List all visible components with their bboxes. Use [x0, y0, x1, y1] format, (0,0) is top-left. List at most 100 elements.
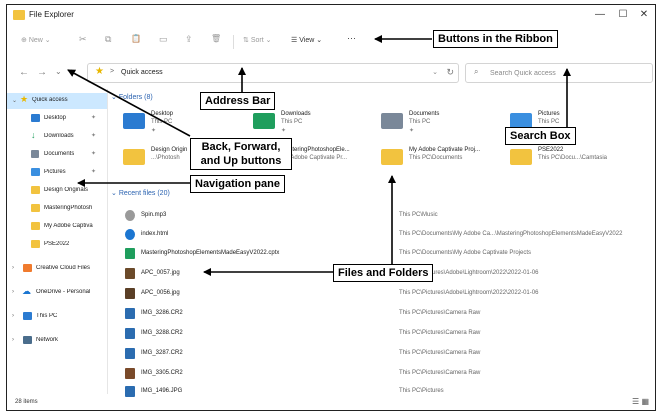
nav-item-my-adobe-captiva[interactable]: My Adobe Captiva	[7, 219, 107, 235]
nav-item-documents[interactable]: Documents ✦	[7, 147, 107, 163]
file-row[interactable]: index.html This PC\Documents\My Adobe Ca…	[112, 226, 652, 244]
file-row[interactable]: MasteringPhotoshopElementsMadeEasyV2022.…	[112, 245, 652, 263]
network-icon	[23, 336, 32, 344]
forward-button[interactable]: →	[37, 67, 47, 78]
folder-tile-my-adobe-captivate[interactable]: My Adobe Captivate Proj... This PC\Docum…	[381, 143, 511, 173]
nav-item-label: Quick access	[32, 97, 68, 103]
nav-item-creative-cloud-files[interactable]: › Creative Cloud Files	[7, 261, 107, 277]
nav-item-pictures[interactable]: Pictures ✦	[7, 165, 107, 181]
nav-item-downloads[interactable]: ↓ Downloads ✦	[7, 129, 107, 145]
file-row[interactable]: IMG_3288.CR2 This PC\Pictures\Camera Raw	[112, 325, 652, 343]
chevron-down-icon[interactable]: ⌄	[12, 97, 17, 104]
view-button[interactable]: ☰ View ⌄	[291, 36, 322, 44]
nav-item-this-pc[interactable]: › This PC	[7, 309, 107, 325]
folder-icon	[31, 204, 40, 212]
search-box[interactable]: ⌕	[465, 63, 653, 83]
nav-item-quick-access[interactable]: ⌄ ★ Quick access	[7, 93, 107, 109]
new-label: New	[28, 37, 43, 44]
chevron-down-icon: ⌄	[111, 190, 117, 197]
back-button[interactable]: ←	[19, 67, 29, 78]
file-explorer-app-icon	[13, 10, 25, 20]
file-name: APC_0056.jpg	[141, 290, 180, 296]
callout-search-box: Search Box	[505, 127, 576, 145]
pane-divider[interactable]	[107, 89, 108, 394]
file-row[interactable]: IMG_3286.CR2 This PC\Pictures\Camera Raw	[112, 305, 652, 323]
sort-icon: ⇅	[243, 37, 249, 44]
close-button[interactable]: ✕	[635, 9, 653, 20]
maximize-button[interactable]: ☐	[614, 9, 632, 20]
chevron-down-icon: ⌄	[44, 37, 51, 44]
folder-tile-desktop[interactable]: Desktop This PC ✦	[123, 107, 253, 137]
file-row[interactable]: IMG_3287.CR2 This PC\Pictures\Camera Raw	[112, 345, 652, 363]
file-name: IMG_3288.CR2	[141, 330, 183, 336]
folder-tile-pse2022[interactable]: PSE2022 This PC\Docu...\Camtasia	[510, 143, 640, 173]
refresh-icon[interactable]: ↻	[446, 67, 454, 78]
tiles-view-icon[interactable]: ▦	[641, 397, 649, 406]
minimize-button[interactable]: —	[591, 9, 609, 20]
status-bar: 28 items ☰ ▦	[7, 397, 655, 410]
recent-files-section-header[interactable]: ⌄ Recent files (20)	[111, 189, 170, 197]
chevron-right-icon[interactable]: ›	[12, 265, 14, 271]
chevron-right-icon[interactable]: ›	[12, 289, 14, 295]
nav-item-label: Documents	[44, 151, 75, 157]
file-explorer-window: File Explorer — ☐ ✕ ⊕ New ⌄ ✂ ⧉ 📋 ▭ ⇪ 🗑 …	[6, 4, 656, 411]
view-label: View	[299, 37, 315, 44]
address-bar[interactable]: ★ > Quick access ⌄ ↻	[87, 63, 459, 83]
tile-location: This PC\Documents	[409, 155, 463, 161]
nav-item-label: Pictures	[44, 169, 66, 175]
folder-icon	[31, 186, 40, 194]
up-button[interactable]: ↑	[69, 67, 74, 78]
nav-item-design-originals[interactable]: Design Originals	[7, 183, 107, 199]
documents-icon	[381, 113, 403, 129]
pin-icon: ✦	[281, 128, 287, 134]
paste-icon[interactable]: 📋	[131, 34, 141, 43]
callout-navigation-pane: Navigation pane	[190, 175, 285, 193]
folder-icon	[31, 240, 40, 248]
nav-item-label: PSE2022	[44, 241, 70, 247]
chevron-down-icon: ⌄	[265, 37, 272, 44]
pictures-icon	[31, 168, 40, 176]
nav-item-label: My Adobe Captiva	[44, 223, 93, 229]
delete-icon[interactable]: 🗑	[211, 34, 221, 43]
rename-icon[interactable]: ▭	[159, 34, 168, 45]
recent-locations-button[interactable]: ⌄	[55, 67, 62, 76]
folder-icon	[123, 149, 145, 165]
file-row[interactable]: IMG_3305.CR2 This PC\Pictures\Camera Raw	[112, 365, 652, 383]
file-row[interactable]: Spin.mp3 This PC\Music	[112, 207, 652, 225]
nav-item-pse2022[interactable]: PSE2022	[7, 237, 107, 253]
sort-button[interactable]: ⇅ Sort ⌄	[243, 36, 272, 44]
nav-item-label: This PC	[36, 313, 58, 319]
file-location: This PC\Pictures\Camera Raw	[399, 370, 481, 376]
file-location: This PC\Documents\My Adobe Captivate Pro…	[399, 250, 532, 256]
file-name: IMG_3286.CR2	[141, 310, 183, 316]
tile-location: This PC	[281, 119, 303, 125]
captivate-file-icon	[125, 248, 135, 259]
cloud-icon: ☁	[22, 286, 31, 296]
tile-name: Documents	[409, 111, 440, 117]
search-input[interactable]	[488, 66, 642, 80]
nav-item-masteringphotosh[interactable]: MasteringPhotosh	[7, 201, 107, 217]
folder-tile-documents[interactable]: Documents This PC ✦	[381, 107, 511, 137]
folder-tile-downloads[interactable]: Downloads This PC ✦	[253, 107, 383, 137]
chevron-right-icon[interactable]: ›	[12, 337, 14, 343]
nav-item-network[interactable]: › Network	[7, 333, 107, 349]
file-name: Spin.mp3	[141, 212, 167, 218]
callout-back-forward-up: Back, Forward, and Up buttons	[190, 138, 292, 170]
file-row[interactable]: APC_0056.jpg This PC\Pictures\Adobe\Ligh…	[112, 285, 652, 303]
nav-item-desktop[interactable]: Desktop ✦	[7, 111, 107, 127]
more-options-button[interactable]: ···	[347, 33, 356, 43]
nav-item-onedrive[interactable]: › ☁ OneDrive - Personal	[7, 285, 107, 301]
cut-icon[interactable]: ✂	[79, 34, 87, 45]
raw-image-icon	[125, 328, 135, 339]
address-dropdown-icon[interactable]: ⌄	[432, 68, 438, 76]
share-icon[interactable]: ⇪	[185, 34, 193, 45]
file-name: IMG_3287.CR2	[141, 350, 183, 356]
callout-ribbon-buttons: Buttons in the Ribbon	[433, 30, 558, 48]
copy-icon[interactable]: ⧉	[105, 34, 111, 45]
breadcrumb-quick-access[interactable]: Quick access	[121, 69, 163, 76]
details-view-icon[interactable]: ☰	[632, 397, 639, 406]
file-location: This PC\Pictures\Adobe\Lightroom\2022\20…	[399, 290, 539, 296]
new-button[interactable]: ⊕ New ⌄	[21, 36, 51, 44]
folders-section-header[interactable]: ⌄ Folders (8)	[111, 93, 153, 101]
chevron-right-icon[interactable]: ›	[12, 313, 14, 319]
